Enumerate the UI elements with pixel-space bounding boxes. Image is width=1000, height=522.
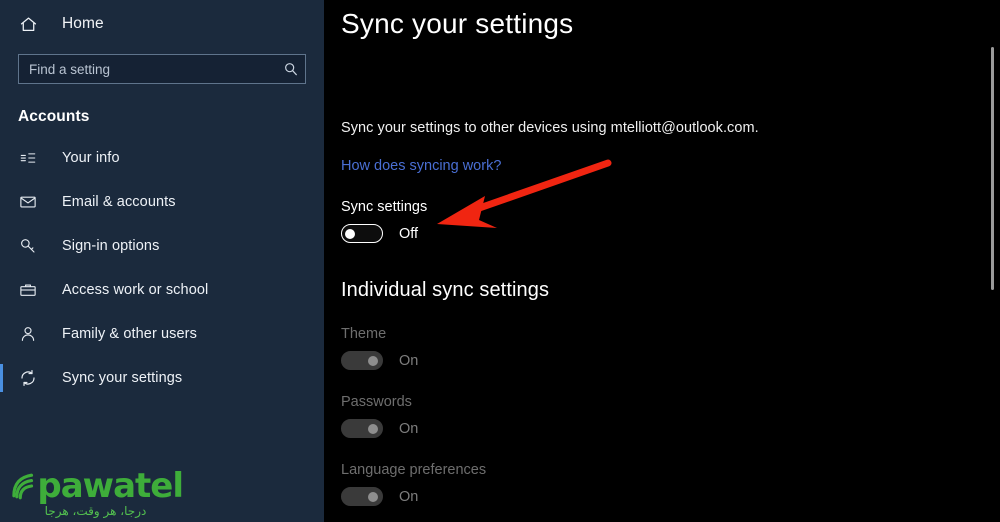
sidebar-item-sign-in-options[interactable]: Sign-in options	[0, 224, 324, 268]
search-box	[18, 54, 306, 84]
page-title: Sync your settings	[341, 8, 574, 39]
vertical-scrollbar[interactable]	[988, 0, 996, 522]
language-preferences-row: On	[341, 487, 1000, 506]
signal-waves-icon	[12, 473, 34, 500]
home-icon	[18, 14, 38, 34]
sidebar-nav-list: Your info Email & accounts Sign-in optio…	[0, 136, 324, 400]
envelope-icon	[18, 192, 38, 212]
theme-toggle	[341, 351, 383, 370]
selection-indicator	[0, 320, 3, 348]
watermark-brand-row: pawatel	[8, 465, 184, 506]
search-input[interactable]	[18, 54, 306, 84]
theme-label: Theme	[341, 326, 387, 342]
selection-indicator	[0, 188, 3, 216]
sidebar-item-email-accounts[interactable]: Email & accounts	[0, 180, 324, 224]
sync-settings-toggle[interactable]	[341, 224, 383, 243]
person-icon	[18, 324, 38, 344]
sidebar-item-sync-your-settings[interactable]: Sync your settings	[0, 356, 324, 400]
settings-window: Home Accounts Your in	[0, 0, 1000, 522]
sidebar-category-title: Accounts	[18, 108, 90, 125]
sidebar-item-label: Email & accounts	[62, 194, 176, 210]
scrollbar-thumb[interactable]	[991, 47, 994, 290]
sidebar-item-label: Family & other users	[62, 326, 197, 342]
sidebar: Home Accounts Your in	[0, 0, 324, 522]
watermark-logo: pawatel درجا، هر وقت، هرجا	[8, 465, 184, 518]
passwords-label: Passwords	[341, 394, 412, 410]
sidebar-item-label: Sign-in options	[62, 238, 160, 254]
sync-settings-row: Off	[341, 224, 1000, 243]
sidebar-item-label: Access work or school	[62, 282, 209, 298]
sync-description: Sync your settings to other devices usin…	[341, 120, 759, 136]
passwords-toggle	[341, 419, 383, 438]
sidebar-home-label: Home	[62, 15, 104, 32]
briefcase-icon	[18, 280, 38, 300]
sidebar-item-access-work-or-school[interactable]: Access work or school	[0, 268, 324, 312]
toggle-knob	[345, 228, 355, 239]
toggle-knob	[368, 423, 378, 434]
theme-row: On	[341, 351, 1000, 370]
sidebar-item-label: Your info	[62, 150, 120, 166]
sidebar-item-your-info[interactable]: Your info	[0, 136, 324, 180]
sidebar-home[interactable]: Home	[0, 8, 324, 40]
how-does-syncing-work-link[interactable]: How does syncing work?	[341, 158, 501, 174]
language-preferences-state: On	[399, 488, 419, 505]
toggle-knob	[368, 491, 378, 502]
contact-card-icon	[18, 148, 38, 168]
key-icon	[18, 236, 38, 256]
watermark-tagline: درجا، هر وقت، هرجا	[44, 504, 147, 518]
individual-sync-settings-heading: Individual sync settings	[341, 279, 550, 301]
main-content: Sync your settings Sync your settings to…	[324, 0, 1000, 522]
sync-settings-label: Sync settings	[341, 199, 428, 215]
sync-settings-state: Off	[399, 225, 419, 242]
sync-arrows-icon	[18, 368, 38, 388]
sidebar-item-family-other-users[interactable]: Family & other users	[0, 312, 324, 356]
watermark-brand: pawatel	[37, 465, 184, 506]
theme-state: On	[399, 352, 419, 369]
language-preferences-toggle	[341, 487, 383, 506]
sidebar-item-label: Sync your settings	[62, 370, 183, 386]
passwords-row: On	[341, 419, 1000, 438]
language-preferences-label: Language preferences	[341, 462, 487, 478]
selection-indicator	[0, 232, 3, 260]
selection-indicator	[0, 144, 3, 172]
selection-indicator	[0, 276, 3, 304]
toggle-knob	[368, 355, 378, 366]
selection-indicator	[0, 364, 3, 392]
passwords-state: On	[399, 420, 419, 437]
